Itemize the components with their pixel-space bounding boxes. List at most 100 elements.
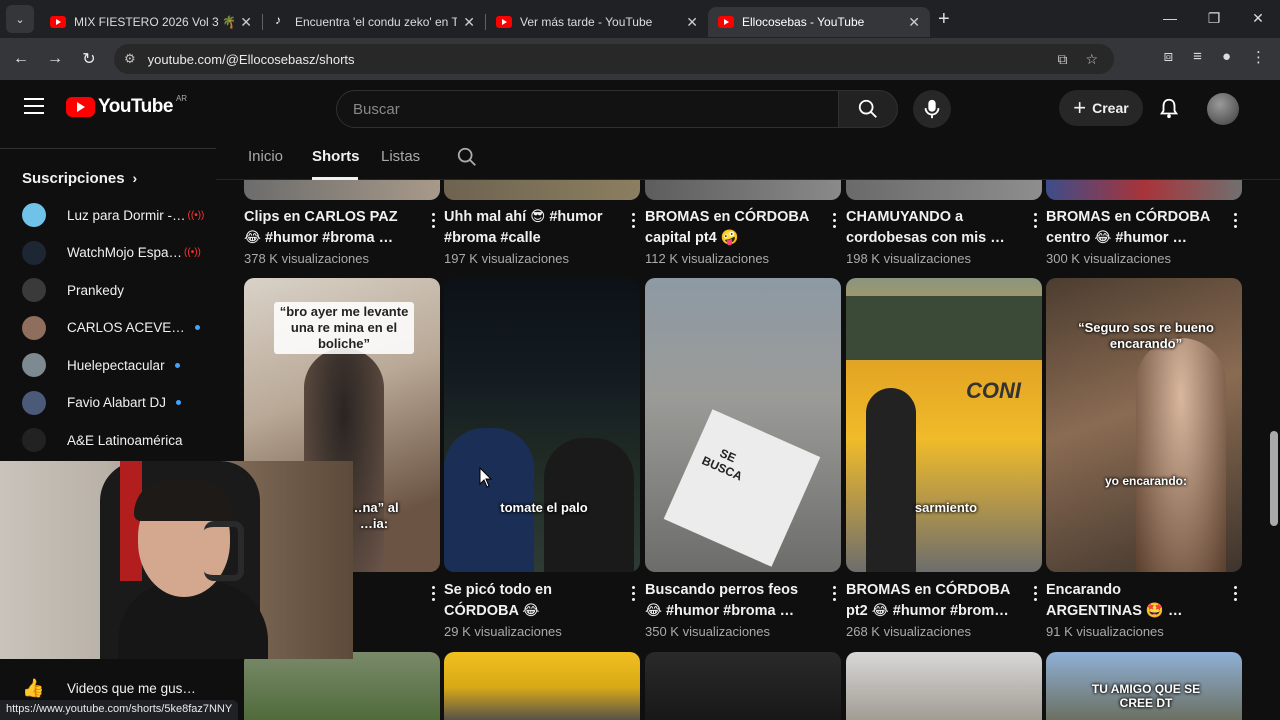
short-card[interactable]: Se picó todo en CÓRDOBA 😂 #humor… 29 K vi…	[444, 580, 644, 639]
short-title[interactable]: Uhh mal ahí 😎 #humor #broma #calle	[444, 207, 609, 249]
minimize-icon[interactable]: —	[1148, 0, 1192, 38]
account-avatar[interactable]	[1207, 93, 1239, 125]
maximize-icon[interactable]: ❐	[1192, 0, 1236, 38]
short-card[interactable]: Uhh mal ahí 😎 #humor #broma #calle 197 K …	[444, 207, 644, 266]
short-thumbnail[interactable]	[645, 652, 841, 720]
short-thumbnail[interactable]	[444, 652, 640, 720]
close-window-icon[interactable]: ✕	[1236, 0, 1280, 38]
omnibox[interactable]: ⚙ youtube.com/@Ellocosebasz/shorts ⧉ ☆	[114, 44, 1114, 74]
tab-listas[interactable]: Listas	[381, 148, 420, 165]
more-options-icon[interactable]	[1034, 213, 1038, 231]
media-controls-icon[interactable]: ≡	[1193, 48, 1202, 66]
more-options-icon[interactable]	[432, 213, 436, 231]
page-scrollbar[interactable]	[1268, 136, 1280, 720]
short-thumbnail[interactable]: CONI sarmiento	[846, 278, 1042, 572]
short-thumbnail[interactable]	[1046, 180, 1242, 200]
menu-hamburger-icon[interactable]	[24, 98, 44, 114]
search-button[interactable]	[838, 90, 898, 128]
browser-tab[interactable]: Encuentra 'el condu zeko' en TikTok ✕	[263, 7, 485, 37]
thumbnail-caption: sarmiento	[914, 500, 978, 515]
short-card[interactable]: Encarando ARGENTINAS 🤩 … 91 K visualizaci…	[1046, 580, 1246, 639]
short-title[interactable]: Clips en CARLOS PAZ 😂 #humor #broma …	[244, 207, 409, 249]
short-thumbnail[interactable]	[846, 180, 1042, 200]
short-title[interactable]: Buscando perros feos 😂 #humor #broma …	[645, 580, 810, 622]
channel-avatar	[22, 203, 46, 227]
subscriptions-heading[interactable]: Suscripciones ›	[22, 170, 137, 187]
search-box	[336, 90, 839, 128]
short-thumbnail[interactable]: SE BUSCA	[645, 278, 841, 572]
voice-search-button[interactable]	[913, 90, 951, 128]
short-card[interactable]: BROMAS en CÓRDOBA capital pt4 🤪 #humor… 1…	[645, 207, 845, 266]
browser-tab[interactable]: MIX FIESTERO 2026 Vol 3 🌴🎉 ✕	[40, 7, 262, 37]
reload-icon[interactable]: ↻	[72, 49, 106, 69]
search-input[interactable]	[353, 100, 838, 118]
bookmark-star-icon[interactable]: ☆	[1085, 51, 1098, 68]
more-options-icon[interactable]	[1034, 586, 1038, 604]
short-thumbnail[interactable]: tomate el palo	[444, 278, 640, 572]
short-thumbnail[interactable]	[645, 180, 841, 200]
create-button[interactable]: + Crear	[1059, 90, 1143, 126]
short-title[interactable]: BROMAS en CÓRDOBA centro 😂 #humor …	[1046, 207, 1211, 249]
short-thumbnail[interactable]: “Seguro sos re bueno encarando” yo encar…	[1046, 278, 1242, 572]
short-thumbnail[interactable]	[244, 652, 440, 720]
short-thumbnail[interactable]	[244, 180, 440, 200]
subscriptions-label: Suscripciones	[22, 170, 125, 187]
close-tab-icon[interactable]: ✕	[686, 14, 698, 31]
more-options-icon[interactable]	[833, 586, 837, 604]
short-title[interactable]: Encarando ARGENTINAS 🤩 …	[1046, 580, 1211, 622]
thumbnail-caption: …na” al …ia:	[349, 500, 399, 531]
thumbs-up-icon: 👍	[22, 678, 45, 698]
forward-icon[interactable]: →	[38, 50, 72, 68]
sidebar-subscription-item[interactable]: Prankedy	[22, 275, 212, 305]
more-options-icon[interactable]	[1234, 213, 1238, 231]
extensions-icon[interactable]: ⧈	[1164, 48, 1174, 66]
more-options-icon[interactable]	[632, 213, 636, 231]
scrollbar-thumb[interactable]	[1270, 431, 1278, 526]
more-options-icon[interactable]	[632, 586, 636, 604]
tab-title: Ellocosebas - YouTube	[742, 15, 865, 29]
site-info-icon[interactable]: ⚙	[124, 51, 136, 67]
close-tab-icon[interactable]: ✕	[240, 14, 252, 31]
browser-tab[interactable]: Ver más tarde - YouTube ✕	[486, 7, 708, 37]
sidebar-subscription-item[interactable]: A&E Latinoamérica	[22, 425, 212, 455]
live-indicator-icon: ((•))	[187, 209, 205, 221]
create-label: Crear	[1092, 100, 1129, 116]
short-thumbnail[interactable]: TU AMIGO QUE SE CREE DT	[1046, 652, 1242, 720]
short-title[interactable]: CHAMUYANDO a cordobesas con mis …	[846, 207, 1011, 249]
tab-inicio[interactable]: Inicio	[248, 148, 283, 165]
notifications-bell-icon[interactable]	[1158, 96, 1180, 120]
browser-tab-active[interactable]: Ellocosebas - YouTube ✕	[708, 7, 930, 37]
short-card[interactable]: BROMAS en CÓRDOBA pt2 😂 #humor #brom… 268…	[846, 580, 1046, 639]
short-card[interactable]: Buscando perros feos 😂 #humor #broma … 35…	[645, 580, 845, 639]
close-tab-icon[interactable]: ✕	[463, 14, 475, 31]
new-tab-icon[interactable]: +	[938, 8, 950, 31]
youtube-logo[interactable]: YouTube AR	[66, 94, 187, 118]
install-app-icon[interactable]: ⧉	[1057, 51, 1067, 68]
short-card[interactable]: Clips en CARLOS PAZ 😂 #humor #broma … 378…	[244, 207, 444, 266]
channel-name: Favio Alabart DJ	[67, 395, 167, 410]
short-card[interactable]: CHAMUYANDO a cordobesas con mis … 198 K v…	[846, 207, 1046, 266]
profile-icon[interactable]: ●	[1222, 48, 1231, 66]
short-thumbnail[interactable]	[444, 180, 640, 200]
browser-menu-icon[interactable]: ⋮	[1251, 48, 1266, 66]
short-thumbnail[interactable]	[846, 652, 1042, 720]
status-bar-url: https://www.youtube.com/shorts/5ke8faz7N…	[0, 700, 239, 720]
short-title[interactable]: BROMAS en CÓRDOBA pt2 😂 #humor #brom…	[846, 580, 1011, 622]
short-title[interactable]: BROMAS en CÓRDOBA capital pt4 🤪 #humor…	[645, 207, 810, 249]
more-options-icon[interactable]	[1234, 586, 1238, 604]
sidebar-subscription-item[interactable]: Luz para Dormir -… ((•))	[22, 200, 212, 230]
back-icon[interactable]: ←	[4, 50, 38, 68]
short-card[interactable]: BROMAS en CÓRDOBA centro 😂 #humor … 300 K…	[1046, 207, 1246, 266]
sidebar-subscription-item[interactable]: WatchMojo Espa… ((•))	[22, 238, 212, 268]
close-tab-icon[interactable]: ✕	[908, 14, 920, 31]
short-title[interactable]: Se picó todo en CÓRDOBA 😂 #humor…	[444, 580, 609, 622]
channel-search-icon[interactable]	[456, 146, 478, 168]
sidebar-subscription-item[interactable]: Huelepectacular	[22, 350, 212, 380]
sidebar-subscription-item[interactable]: Favio Alabart DJ	[22, 388, 212, 418]
more-options-icon[interactable]	[432, 586, 436, 604]
more-options-icon[interactable]	[833, 213, 837, 231]
tab-search-menu-icon[interactable]: ⌄	[6, 5, 34, 33]
sidebar-item-liked-videos[interactable]: 👍 Videos que me gus…	[22, 678, 196, 699]
sidebar-subscription-item[interactable]: CARLOS ACEVE…	[22, 313, 212, 343]
tab-shorts[interactable]: Shorts	[312, 148, 360, 165]
